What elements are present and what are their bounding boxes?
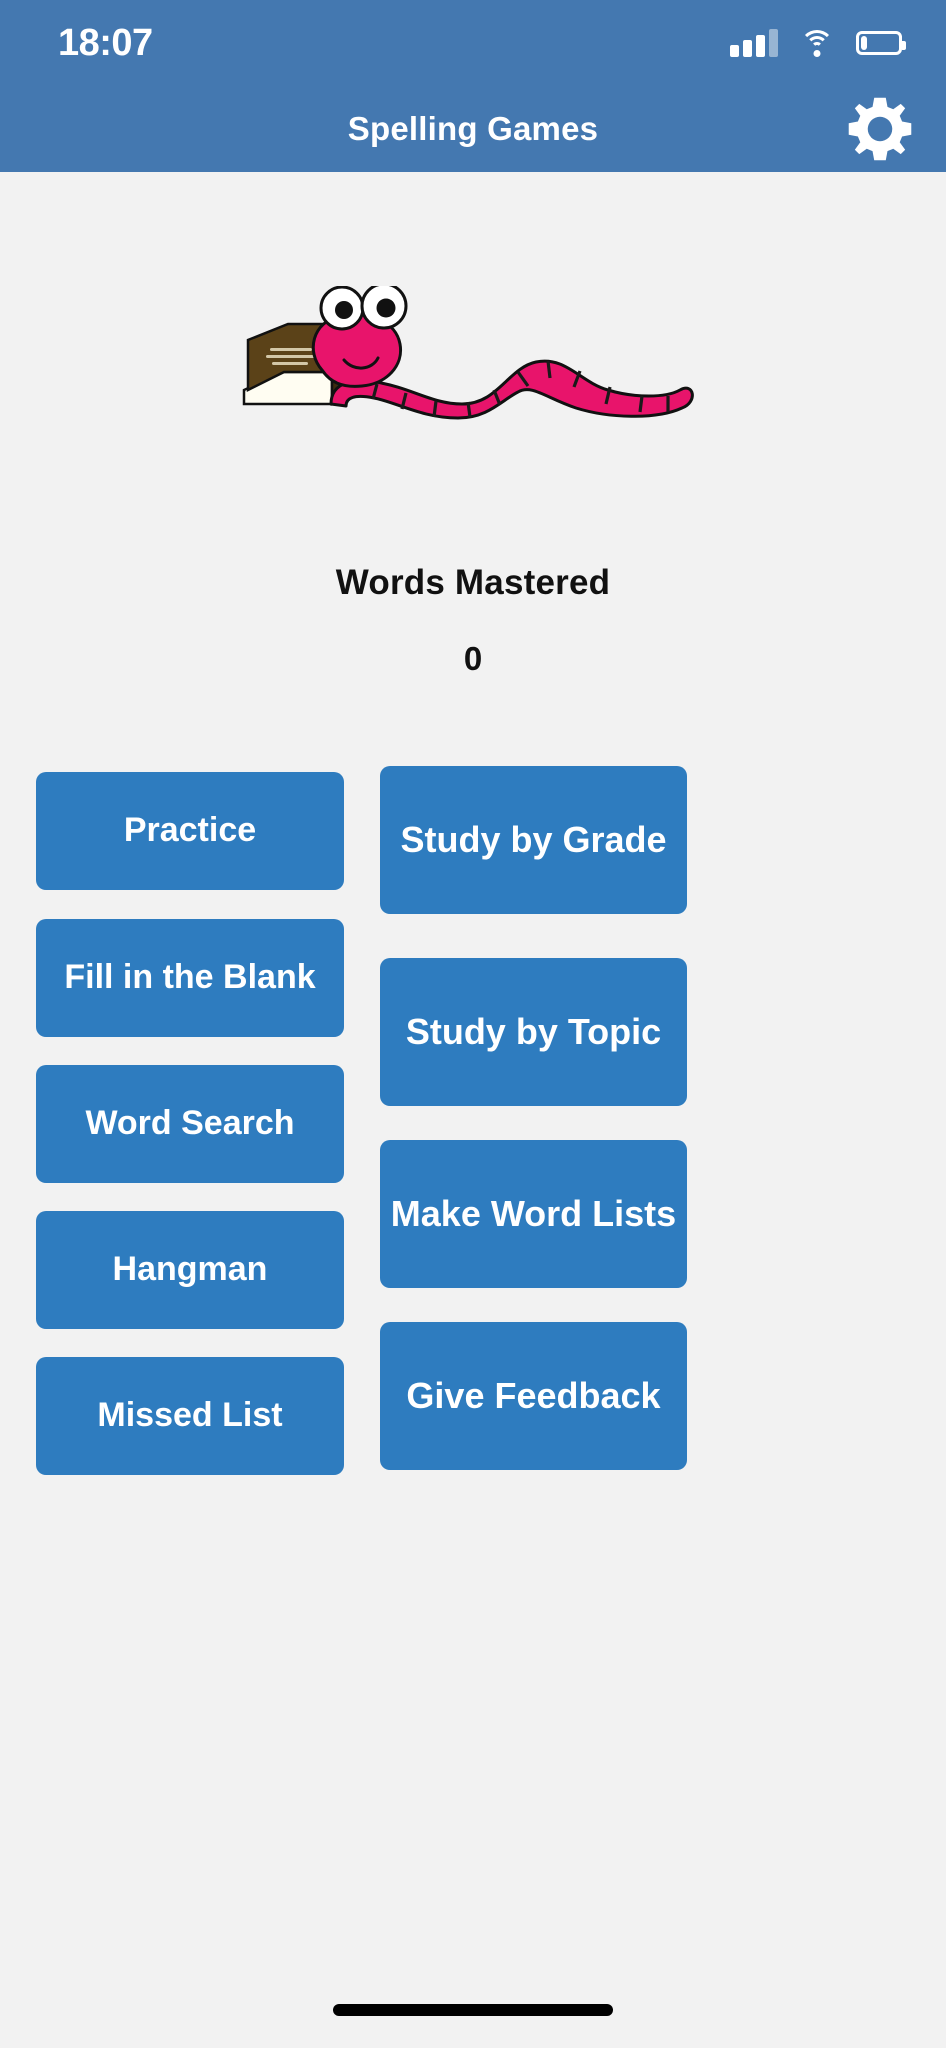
fill-in-the-blank-button[interactable]: Fill in the Blank (36, 919, 344, 1037)
practice-button[interactable]: Practice (36, 772, 344, 890)
study-by-topic-button[interactable]: Study by Topic (380, 958, 687, 1106)
study-by-grade-button[interactable]: Study by Grade (380, 766, 687, 914)
app-screen: 18:07 Spelling Games Words Mastered 0 Pr… (0, 0, 946, 2048)
bookworm-illustration (236, 286, 710, 426)
gear-icon (846, 95, 914, 163)
cellular-signal-icon (730, 29, 778, 57)
hangman-button[interactable]: Hangman (36, 1211, 344, 1329)
words-mastered-label: Words Mastered (335, 563, 611, 602)
page-title: Spelling Games (347, 110, 599, 147)
settings-button[interactable] (842, 91, 918, 167)
words-mastered-value: 0 (463, 640, 483, 677)
missed-list-button[interactable]: Missed List (36, 1357, 344, 1475)
status-bar: 18:07 (0, 0, 946, 86)
give-feedback-button[interactable]: Give Feedback (380, 1322, 687, 1470)
battery-icon (856, 31, 906, 55)
make-word-lists-button[interactable]: Make Word Lists (380, 1140, 687, 1288)
status-bar-icons (730, 29, 906, 57)
wifi-icon (800, 30, 834, 57)
status-bar-clock: 18:07 (58, 22, 153, 64)
battery-cap (902, 41, 906, 50)
app-bar: Spelling Games (0, 86, 946, 172)
battery-level-fill (861, 36, 867, 50)
word-search-button[interactable]: Word Search (36, 1065, 344, 1183)
home-indicator-bar[interactable] (333, 2004, 613, 2016)
